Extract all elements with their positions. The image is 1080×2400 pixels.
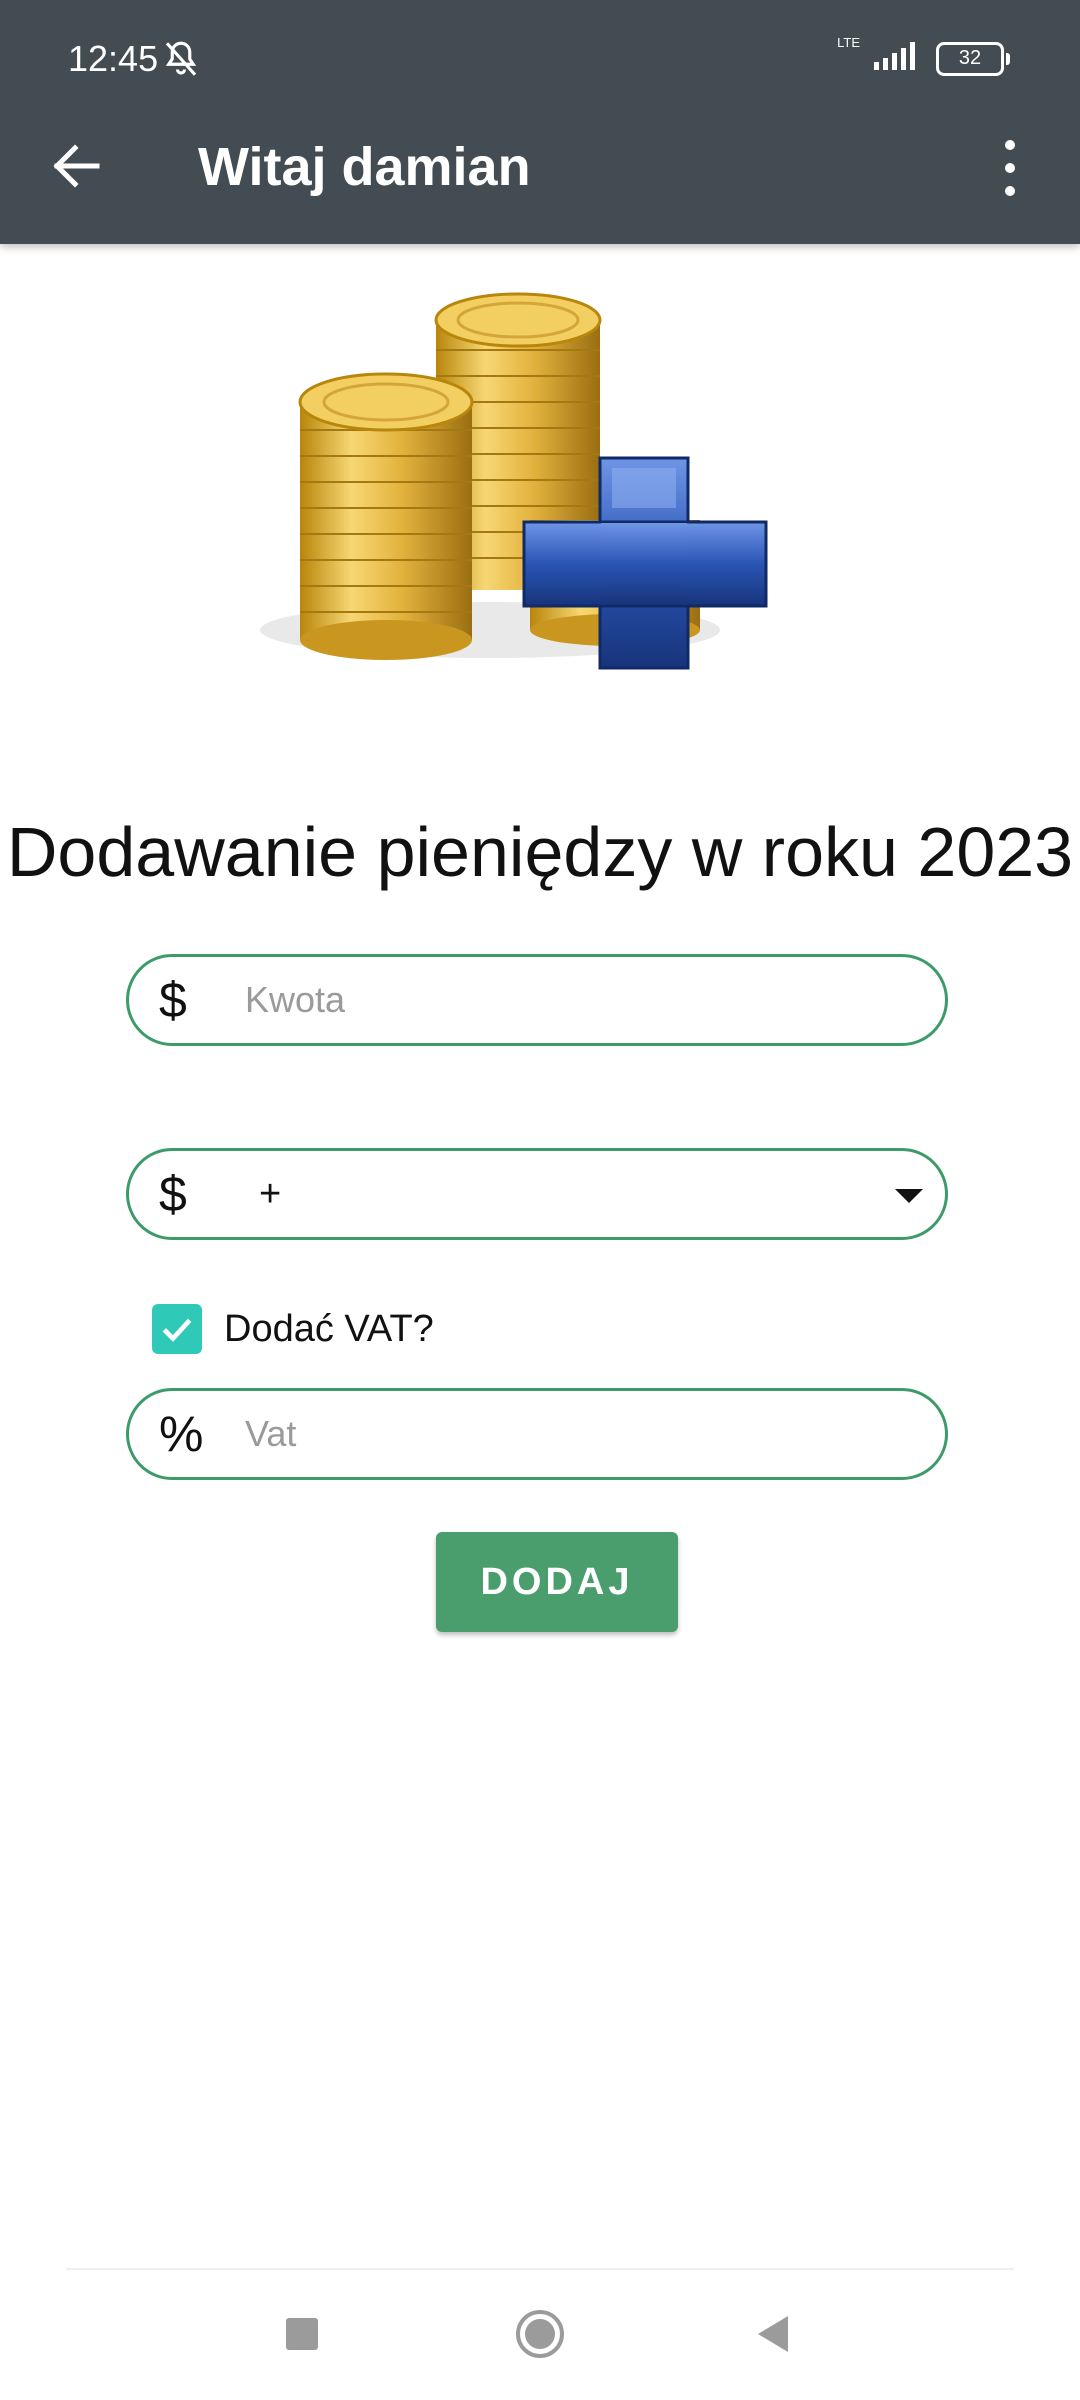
network-type: LTE [837, 35, 860, 50]
vat-checkbox-row[interactable]: Dodać VAT? [152, 1304, 434, 1354]
app-title: Witaj damian [198, 137, 531, 197]
dropdown-caret-icon [895, 1189, 923, 1203]
page-heading: Dodawanie pieniędzy w roku 2023 [6, 813, 1074, 891]
coins-plus-illustration [260, 292, 768, 670]
back-button[interactable] [44, 134, 108, 198]
status-indicators: LTE 32 [837, 35, 1010, 77]
more-vertical-icon [1005, 140, 1015, 150]
vat-placeholder: Vat [245, 1413, 297, 1454]
status-time: 12:45 [68, 38, 159, 79]
back-triangle-icon[interactable] [756, 2314, 790, 2354]
operation-selected-value: + [259, 1172, 282, 1215]
dollar-icon: $ [159, 1166, 187, 1222]
bell-off-icon [160, 38, 202, 85]
amount-placeholder: Kwota [245, 979, 346, 1020]
top-app-area: 12:45 LTE 32 Witaj damian [0, 0, 1080, 244]
overflow-menu-button[interactable] [998, 140, 1022, 196]
amount-field[interactable]: $ Kwota [126, 954, 948, 1046]
signal-icon [874, 40, 922, 77]
home-icon[interactable] [514, 2308, 566, 2360]
arrow-back-icon [53, 144, 100, 188]
nav-divider [66, 2268, 1014, 2270]
vat-checkbox-label: Dodać VAT? [224, 1307, 434, 1350]
vat-checkbox[interactable] [152, 1304, 202, 1354]
percent-icon: % [159, 1406, 204, 1462]
operation-select[interactable]: $ + [126, 1148, 948, 1240]
battery-icon: 32 [936, 41, 1010, 76]
battery-level: 32 [958, 47, 982, 69]
check-icon [162, 1318, 192, 1342]
dollar-icon: $ [159, 972, 187, 1028]
recents-icon[interactable] [286, 2318, 318, 2350]
vat-field[interactable]: % Vat [126, 1388, 948, 1480]
add-button[interactable]: DODAJ [436, 1532, 678, 1632]
